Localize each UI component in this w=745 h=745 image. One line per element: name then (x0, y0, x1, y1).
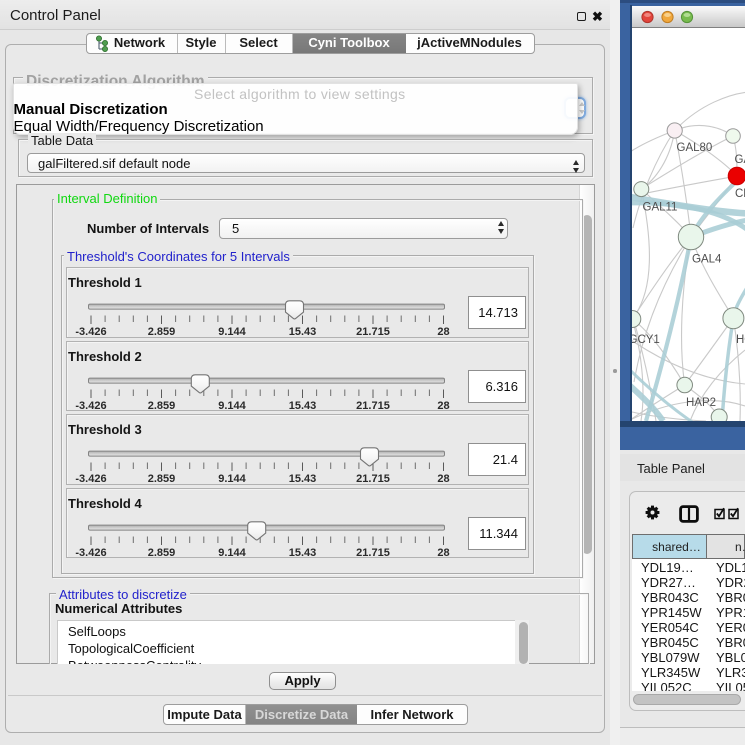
svg-text:28: 28 (437, 326, 449, 338)
svg-text:GAL11: GAL11 (643, 202, 678, 214)
svg-text:GCY1: GCY1 (632, 334, 660, 346)
svg-text:2.859: 2.859 (147, 547, 175, 559)
svg-text:HO: HO (736, 334, 745, 346)
svg-text:2.859: 2.859 (147, 400, 175, 412)
svg-text:-3.426: -3.426 (75, 326, 106, 338)
svg-text:9.144: 9.144 (218, 326, 246, 338)
svg-text:2.859: 2.859 (147, 326, 175, 338)
svg-text:9.144: 9.144 (218, 473, 246, 485)
svg-text:-3.426: -3.426 (75, 473, 106, 485)
svg-text:21.715: 21.715 (356, 326, 390, 338)
svg-text:15.43: 15.43 (288, 473, 316, 485)
svg-text:15.43: 15.43 (288, 400, 316, 412)
svg-text:28: 28 (437, 400, 449, 412)
svg-text:21.715: 21.715 (356, 547, 390, 559)
svg-text:15.43: 15.43 (288, 326, 316, 338)
svg-text:28: 28 (437, 547, 449, 559)
svg-text:-3.426: -3.426 (75, 400, 106, 412)
svg-text:21.715: 21.715 (356, 400, 390, 412)
svg-text:CDC2: CDC2 (735, 188, 745, 200)
svg-text:15.43: 15.43 (288, 547, 316, 559)
svg-text:9.144: 9.144 (218, 400, 246, 412)
svg-text:21.715: 21.715 (356, 473, 390, 485)
svg-text:GAL80: GAL80 (677, 142, 713, 154)
svg-text:GAL4: GAL4 (692, 254, 722, 266)
svg-text:28: 28 (437, 473, 449, 485)
svg-text:GAL2: GAL2 (735, 154, 745, 166)
svg-text:2.859: 2.859 (147, 473, 175, 485)
svg-text:-3.426: -3.426 (75, 547, 106, 559)
svg-text:9.144: 9.144 (218, 547, 246, 559)
svg-text:HAP2: HAP2 (686, 397, 716, 409)
